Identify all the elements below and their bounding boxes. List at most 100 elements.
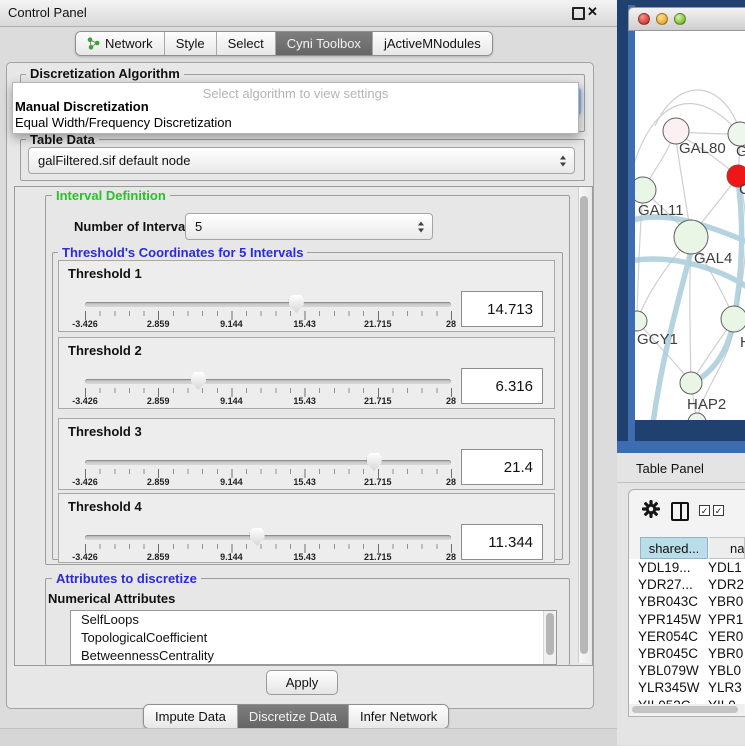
dropdown-option-equal-width[interactable]: Equal Width/Frequency Discretization [15,115,232,130]
node-label: H [740,334,745,351]
attribute-list-item[interactable]: TopologicalCoefficient [71,629,556,647]
tab-label: Style [176,36,205,51]
table-row[interactable]: YBL079WYBL0 [629,662,745,679]
tab-cyni-toolbox[interactable]: Cyni Toolbox [276,32,373,55]
cell-shared-name[interactable]: YER054C [629,629,708,644]
close-traffic-light-icon[interactable] [638,13,650,25]
algorithm-group-title: Discretization Algorithm [26,66,184,81]
network-node[interactable] [674,220,708,254]
attribute-list-item[interactable]: BetweennessCentrality [71,647,556,665]
threshold-4-slider[interactable] [85,535,451,540]
checkbox-icon[interactable]: ✓ [699,505,710,516]
table-rows[interactable]: YDL19...YDL1YDR27...YDR2YBR043CYBR0YPR14… [629,559,745,704]
control-panel-title: Control Panel [8,5,87,20]
network-node[interactable] [680,372,702,394]
table-row[interactable]: YER054CYER0 [629,628,745,645]
axis-tick-label: -3.426 [72,396,98,406]
cell-name[interactable]: YBR0 [708,646,743,661]
settings-gear-icon[interactable] [642,500,660,523]
threshold-1-value-field[interactable]: 14.713 [461,291,543,327]
axis-tick-label: -3.426 [72,477,98,487]
minimize-traffic-light-icon[interactable] [656,13,668,25]
tab-impute-data[interactable]: Impute Data [144,705,238,728]
threshold-4-label: Threshold 4 [68,499,142,514]
table-row[interactable]: YLR345WYLR3 [629,679,745,696]
axis-tick-label: 28 [446,477,456,487]
tab-style[interactable]: Style [165,32,217,55]
table-row[interactable]: YIL052CYIL0 [629,697,745,705]
axis-tick-label: 9.144 [220,396,243,406]
cell-shared-name[interactable]: YBR045C [629,646,708,661]
attribute-list-item[interactable]: SelfLoops [71,611,556,629]
list-scrollbar-thumb[interactable] [546,613,554,655]
threshold-4-value-field[interactable]: 11.344 [461,524,543,560]
vertical-scrollbar-thumb[interactable] [580,196,588,654]
network-window-titlebar[interactable] [628,7,745,31]
table-row[interactable]: YBR045CYBR0 [629,645,745,662]
axis-tick-label: -3.426 [72,319,98,329]
threshold-3-slider[interactable] [85,460,451,465]
close-icon[interactable]: ✕ [587,4,598,20]
cell-shared-name[interactable]: YLR345W [629,680,708,695]
num-intervals-combobox[interactable]: 5 [185,213,433,240]
node-label: GCY1 [637,331,678,348]
apply-button[interactable]: Apply [266,670,338,695]
cell-name[interactable]: YBL0 [708,663,741,678]
cell-shared-name[interactable]: YDL19... [629,560,708,575]
numerical-attributes-list[interactable]: SelfLoopsTopologicalCoefficientBetweenne… [70,610,557,665]
cell-name[interactable]: YPR1 [708,612,743,627]
cell-name[interactable]: YDR2 [708,577,744,592]
bottom-tabbar: Impute Data Discretize Data Infer Networ… [143,704,449,729]
table-data-combobox[interactable]: galFiltered.sif default node [28,147,575,174]
horizontal-scrollbar-thumb[interactable] [632,706,738,713]
num-intervals-value: 5 [195,219,202,234]
network-node[interactable] [721,306,745,332]
float-window-icon[interactable] [572,7,585,20]
dropdown-option-manual[interactable]: Manual Discretization [15,99,149,114]
threshold-4-box: Threshold 4 -3.4262.8599.14415.4321.7152… [58,493,555,563]
threshold-3-box: Threshold 3 -3.4262.8599.14415.4321.7152… [58,418,555,490]
list-scrollbar[interactable] [543,611,556,664]
cell-shared-name[interactable]: YBL079W [629,663,708,678]
threshold-3-value-field[interactable]: 21.4 [461,449,543,485]
cell-name[interactable]: YDL1 [708,560,742,575]
threshold-2-value-field[interactable]: 6.316 [461,368,543,404]
tab-label: jActiveMNodules [384,36,481,51]
column-header-shared-name[interactable]: shared... [640,537,708,559]
axis-tick-label: 2.859 [147,319,170,329]
tab-jactivemnodules[interactable]: jActiveMNodules [373,32,492,55]
zoom-traffic-light-icon[interactable] [674,13,686,25]
tab-label: Infer Network [360,709,437,724]
cell-shared-name[interactable]: YPR145W [629,612,708,627]
cell-name[interactable]: YBR0 [708,594,743,609]
network-window-border [628,5,635,452]
tab-network[interactable]: Network [76,32,165,55]
cell-name[interactable]: YLR3 [708,680,742,695]
tab-discretize-data[interactable]: Discretize Data [238,705,349,728]
column-checkbox-icons[interactable]: ✓ ✓ [699,505,724,516]
table-row[interactable]: YDL19...YDL1 [629,559,745,576]
table-row[interactable]: YDR27...YDR2 [629,576,745,593]
table-data-group-title: Table Data [26,132,99,147]
axis-tick-label: 28 [446,319,456,329]
cell-shared-name[interactable]: YBR043C [629,594,708,609]
threshold-2-slider[interactable] [85,379,451,384]
network-node[interactable] [688,413,706,420]
algorithm-dropdown-popup: Select algorithm to view settings Manual… [12,82,579,134]
network-node[interactable] [635,177,656,203]
tab-infer-network[interactable]: Infer Network [349,705,448,728]
network-node[interactable] [635,311,647,331]
column-header-name[interactable]: na [709,537,745,559]
cell-shared-name[interactable]: YDR27... [629,577,708,592]
columns-icon[interactable] [671,502,689,521]
tab-select[interactable]: Select [217,32,276,55]
cell-name[interactable]: YER0 [708,629,743,644]
table-row[interactable]: YPR145WYPR1 [629,611,745,628]
axis-tick-label: 15.43 [293,477,316,487]
thresholds-group-title: Threshold's Coordinates for 5 Intervals [58,245,307,260]
node-label: C [739,181,745,198]
checkbox-icon[interactable]: ✓ [713,505,724,516]
network-canvas[interactable]: GAL80GACGAL11GAL4GCY1HHAP2 [635,31,745,420]
table-row[interactable]: YBR043CYBR0 [629,593,745,610]
threshold-1-slider[interactable] [85,302,451,307]
